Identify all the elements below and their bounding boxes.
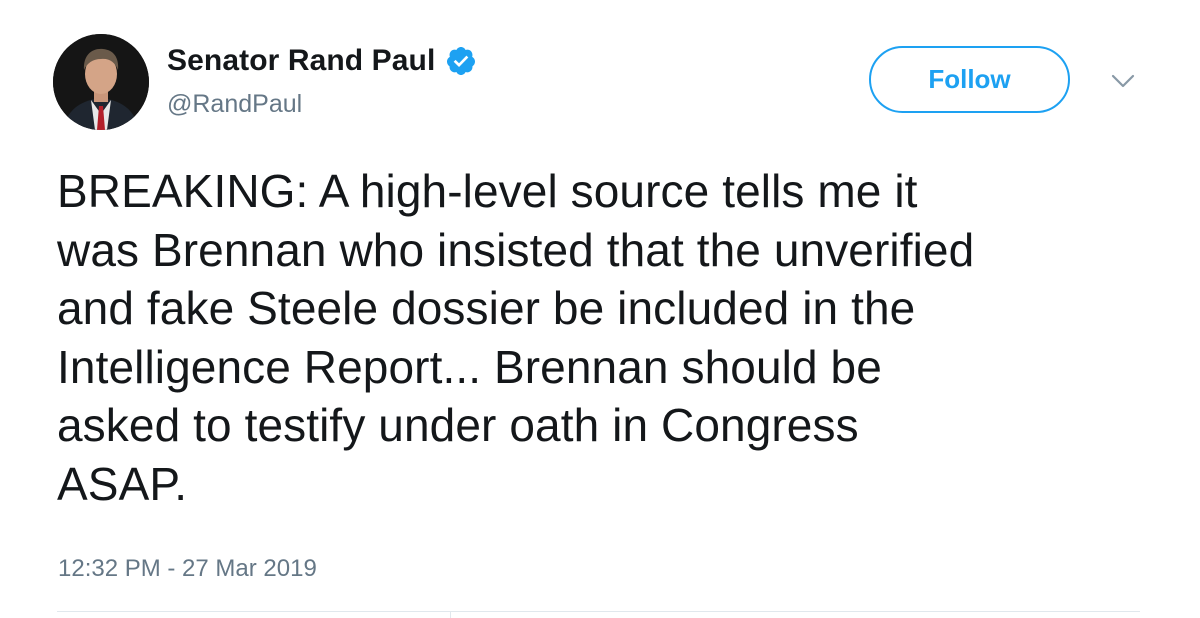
author-display-name[interactable]: Senator Rand Paul — [167, 44, 435, 78]
author-name-row: Senator Rand Paul — [167, 42, 477, 80]
tweet-text-line: and fake Steele dossier be included in t… — [57, 282, 916, 334]
chevron-down-icon[interactable] — [1110, 72, 1136, 90]
tweet-text: BREAKING: A high-level source tells me i… — [57, 162, 1157, 513]
tweet-text-line: asked to testify under oath in Congress — [57, 399, 859, 451]
verified-badge-icon — [445, 45, 477, 77]
tweet-text-line: Intelligence Report... Brennan should be — [57, 340, 882, 393]
author-handle[interactable]: @RandPaul — [167, 90, 302, 119]
avatar-photo-icon — [53, 34, 149, 130]
tweet-text-line: ASAP. — [57, 457, 188, 510]
tweet-text-line: BREAKING: A high-level source tells me i… — [57, 165, 918, 217]
tweet-text-line: was Brennan who insisted that the unveri… — [57, 223, 975, 276]
avatar[interactable] — [53, 34, 149, 130]
tweet-timestamp[interactable]: 12:32 PM - 27 Mar 2019 — [58, 555, 317, 583]
divider-tick — [450, 611, 451, 618]
tweet-card: Senator Rand Paul @RandPaul Follow BREAK… — [0, 0, 1200, 618]
follow-button[interactable]: Follow — [869, 46, 1070, 113]
divider — [57, 611, 1140, 612]
